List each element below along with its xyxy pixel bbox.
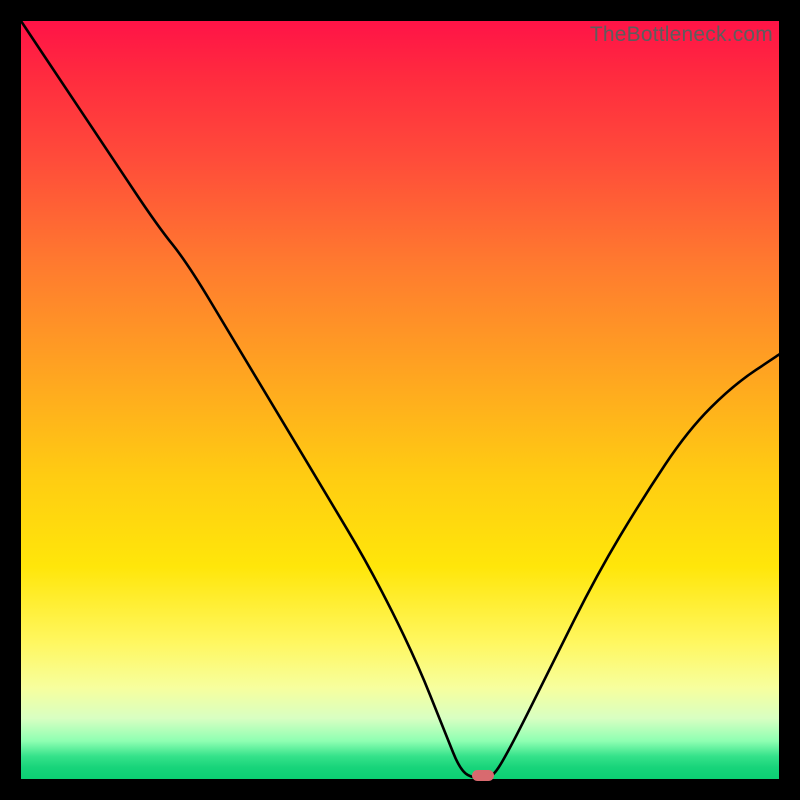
chart-frame: TheBottleneck.com — [0, 0, 800, 800]
optimal-marker — [472, 770, 494, 781]
bottleneck-curve — [21, 21, 779, 779]
plot-area: TheBottleneck.com — [21, 21, 779, 779]
